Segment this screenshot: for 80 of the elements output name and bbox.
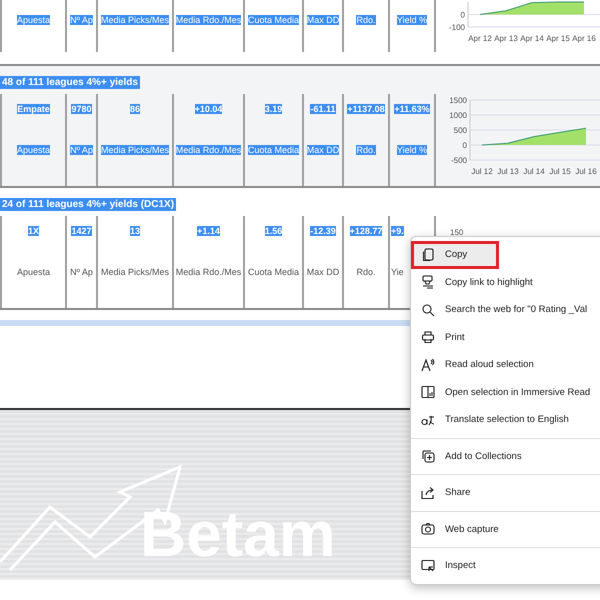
x-tick-label: Jul 15 xyxy=(549,167,571,176)
search-icon xyxy=(421,302,435,317)
menu-item[interactable]: Translate selection to English xyxy=(411,406,600,434)
y-tick-label: 150 xyxy=(450,228,464,237)
stat-label: Apuesta xyxy=(16,145,50,155)
stat-label: Media Rdo./Mes xyxy=(176,145,242,155)
stat-label: Cuota Media xyxy=(248,145,300,155)
stat-value: +1.14 xyxy=(197,226,220,236)
y-tick-label: 500 xyxy=(454,126,467,135)
stat-label: Apuesta xyxy=(16,267,50,277)
x-tick-label: Apr 13 xyxy=(494,34,518,43)
menu-item[interactable]: Copy xyxy=(411,241,499,268)
read-aloud-icon xyxy=(421,358,435,372)
stat-label: Yield % xyxy=(396,145,428,155)
x-tick-label: Jul 13 xyxy=(497,167,519,176)
stat-value: 1.56 xyxy=(264,226,282,236)
stat-label: Max DD xyxy=(306,15,340,25)
menu-item[interactable]: Open selection in Immersive Read xyxy=(411,378,600,406)
stat-value: -61.11 xyxy=(310,104,336,114)
x-tick-label: Jul 16 xyxy=(575,167,597,176)
stat-value: +9. xyxy=(391,226,404,236)
inspect-icon xyxy=(421,558,435,573)
x-tick-label: Jul 12 xyxy=(471,167,493,176)
share-icon xyxy=(421,486,435,500)
x-tick-label: Apr 14 xyxy=(520,34,544,43)
stat-label: Nº Ap xyxy=(70,267,93,277)
section-title: 48 of 111 leagues 4%+ yields xyxy=(0,76,140,88)
stat-value: 9780 xyxy=(71,104,92,114)
menu-item[interactable]: Inspect xyxy=(411,552,600,580)
menu-item[interactable]: Share xyxy=(411,479,600,506)
capture-icon xyxy=(421,522,435,536)
section-title: 24 of 111 leagues 4%+ yields (DC1X) xyxy=(0,198,176,210)
copy-icon xyxy=(421,248,435,262)
stat-label: Media Picks/Mes xyxy=(100,15,170,25)
stat-label: Yie xyxy=(391,267,404,277)
reader-icon xyxy=(421,385,435,400)
x-tick-label: Apr 15 xyxy=(546,34,570,43)
stat-value: 1X xyxy=(28,226,39,236)
menu-item[interactable]: Copy link to highlight xyxy=(411,268,600,296)
stat-label: Rdo. xyxy=(356,15,376,25)
stat-value: 3.19 xyxy=(264,104,282,114)
stat-label: Nº Ap xyxy=(70,15,93,25)
menu-item[interactable]: Search the web for "0 Rating _Val xyxy=(411,296,600,324)
menu-item[interactable]: Add to Collections xyxy=(411,442,600,470)
y-tick-label: 1000 xyxy=(449,111,467,120)
x-tick-label: Apr 16 xyxy=(572,34,596,43)
menu-item[interactable]: Read aloud selection xyxy=(411,351,600,378)
stat-value: +128.77 xyxy=(350,226,382,236)
stat-label: Max DD xyxy=(306,145,340,155)
stat-label: Media Rdo./Mes xyxy=(176,267,242,277)
stat-label: Max DD xyxy=(306,267,340,277)
y-tick-label: -500 xyxy=(450,156,467,165)
stat-label: Yield % xyxy=(396,15,428,25)
stat-value: +1137.08 xyxy=(347,104,385,114)
print-icon xyxy=(421,330,435,344)
y-tick-label: -100 xyxy=(448,23,465,32)
stat-value: +11.63% xyxy=(394,104,430,114)
x-tick-label: Apr 12 xyxy=(468,34,492,43)
stat-label: Rdo. xyxy=(356,145,376,155)
stat-value: 86 xyxy=(130,104,140,114)
menu-item[interactable]: Web capture xyxy=(411,516,600,543)
stat-label: Cuota Media xyxy=(248,15,300,25)
y-tick-label: 1500 xyxy=(449,96,467,105)
collections-icon xyxy=(421,449,435,464)
stat-label: Media Picks/Mes xyxy=(100,145,170,155)
stat-label: Media Picks/Mes xyxy=(100,267,170,277)
y-tick-label: 0 xyxy=(462,141,467,150)
stat-label: Apuesta xyxy=(16,15,50,25)
x-tick-label: Jul 14 xyxy=(523,167,545,176)
stat-label: Cuota Media xyxy=(248,267,300,277)
stat-value: Empate xyxy=(17,104,50,114)
stat-label: Media Rdo./Mes xyxy=(176,15,242,25)
menu-item[interactable]: Print xyxy=(411,324,600,351)
stat-label: Nº Ap xyxy=(70,145,93,155)
stat-value: 1427 xyxy=(71,226,92,236)
y-tick-label: 0 xyxy=(460,10,465,20)
stat-value: -12.39 xyxy=(310,226,336,236)
link-icon xyxy=(421,275,435,290)
stat-label: Rdo. xyxy=(356,267,376,277)
stat-value: 13 xyxy=(130,226,140,236)
